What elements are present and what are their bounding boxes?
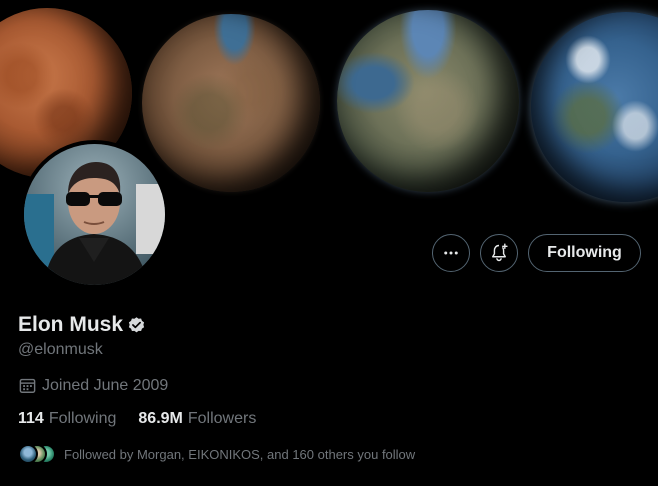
calendar-icon [19,378,36,393]
joined-date: Joined June 2009 [18,376,168,395]
notifications-button[interactable] [480,234,518,272]
joined-date-text: Joined June 2009 [42,376,169,394]
profile-avatar[interactable] [20,140,169,289]
terraforming-stage-2-image [337,10,519,192]
terraformed-planet-image [531,12,658,202]
follow-stats: 114 Following 86.9M Followers [18,410,256,428]
followers-label: Followers [187,410,257,427]
terraforming-stage-1-image [142,14,320,192]
mini-avatar [18,444,38,464]
verified-badge-icon[interactable] [127,316,146,335]
profile-name-row: Elon Musk [18,313,146,337]
followed-by-avatars [18,444,56,464]
more-icon [444,251,458,255]
following-button[interactable]: Following [528,234,641,272]
followed-by-text: Followed by Morgan, EIKONIKOS, and 160 o… [64,446,416,462]
followed-by-link[interactable]: Followed by Morgan, EIKONIKOS, and 160 o… [18,444,415,464]
bell-plus-icon [492,243,508,262]
avatar-photo [24,144,165,285]
display-name: Elon Musk [18,313,124,336]
profile-handle: @elonmusk [18,341,103,358]
following-count-link[interactable]: 114 Following [18,410,116,428]
more-button[interactable] [432,234,470,272]
following-label: Following [48,410,117,427]
following-button-label: Following [547,244,622,261]
followers-count: 86.9M [138,410,183,427]
followers-count-link[interactable]: 86.9M Followers [138,410,256,428]
following-count: 114 [18,410,44,427]
